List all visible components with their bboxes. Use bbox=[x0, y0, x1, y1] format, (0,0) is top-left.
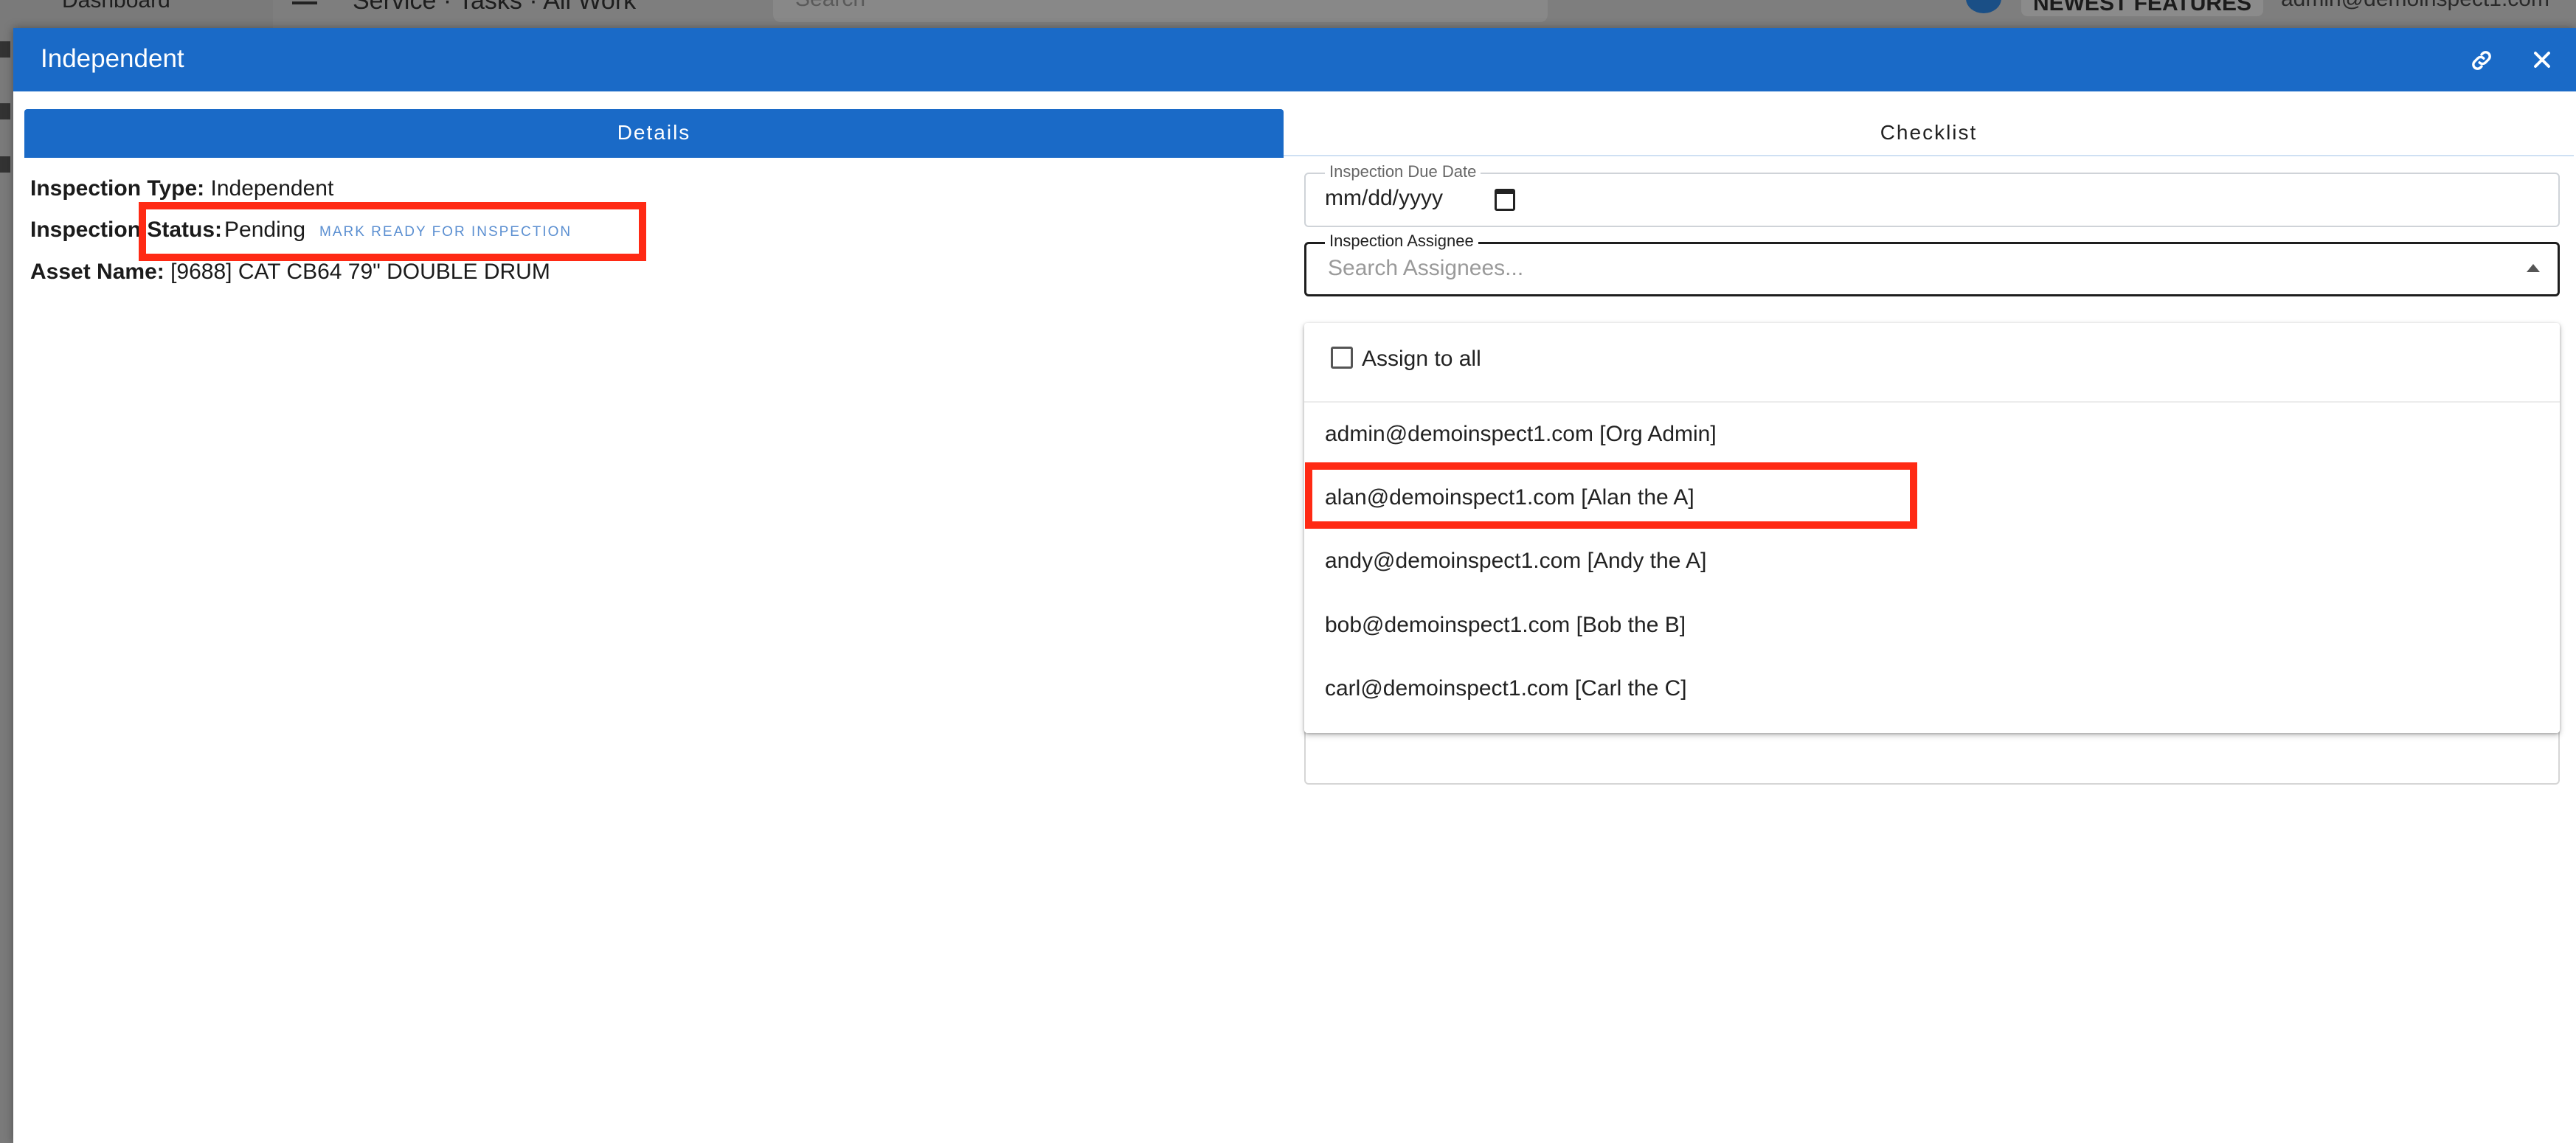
assignee-search-input[interactable] bbox=[1328, 254, 2464, 283]
sidebar-item-dashboard: Dashboard bbox=[62, 0, 170, 13]
background-sidebar-glyph bbox=[0, 103, 10, 119]
menu-icon bbox=[292, 0, 317, 4]
assign-to-all-label: Assign to all bbox=[1362, 347, 1481, 371]
background-user-label: admin@demoinspect1.com bbox=[2281, 0, 2549, 12]
inspection-type-label: Inspection Type: bbox=[30, 176, 205, 201]
background-sidebar-glyph bbox=[0, 156, 10, 173]
background-search-placeholder: Search bbox=[795, 0, 865, 12]
background-breadcrumb: Service · Tasks · All Work bbox=[353, 0, 637, 15]
avatar bbox=[1966, 0, 2001, 13]
dialog-header: Independent bbox=[13, 28, 2576, 91]
dashboard-icon bbox=[3, 0, 32, 12]
option-highlight-box bbox=[1305, 462, 1917, 529]
due-date-input[interactable]: mm/dd/yyyy bbox=[1325, 186, 1443, 211]
inspection-type-row: Inspection Type: Independent bbox=[30, 176, 333, 201]
list-item[interactable]: carl@demoinspect1.com [Carl the C] bbox=[1304, 657, 2560, 720]
asset-name-row: Asset Name: [9688] CAT CB64 79" DOUBLE D… bbox=[30, 260, 550, 285]
tab-indicator bbox=[24, 156, 1284, 158]
tab-details[interactable]: Details bbox=[24, 109, 1284, 156]
close-icon[interactable] bbox=[2529, 46, 2555, 73]
inspection-type-value: Independent bbox=[210, 176, 334, 201]
list-item[interactable]: andy@demoinspect1.com [Andy the A] bbox=[1304, 529, 2560, 593]
dialog-title: Independent bbox=[41, 44, 184, 73]
link-icon[interactable] bbox=[2469, 48, 2494, 73]
calendar-icon[interactable] bbox=[1495, 189, 1515, 211]
inspection-dialog: Independent Details Checklist Inspection… bbox=[13, 28, 2576, 1143]
assign-to-all-checkbox[interactable] bbox=[1331, 347, 1353, 369]
chevron-up-icon[interactable] bbox=[2527, 264, 2540, 272]
asset-name-label: Asset Name: bbox=[30, 260, 165, 284]
newest-features-button: NEWEST FEATURES bbox=[2021, 0, 2263, 16]
background-search-box bbox=[773, 0, 1548, 22]
assignee-label: Inspection Assignee bbox=[1325, 232, 1478, 251]
tab-checklist[interactable]: Checklist bbox=[1284, 109, 2574, 156]
due-date-label: Inspection Due Date bbox=[1325, 162, 1481, 181]
background-sidebar-glyph bbox=[0, 41, 10, 58]
list-item[interactable]: admin@demoinspect1.com [Org Admin] bbox=[1304, 403, 2560, 466]
list-item[interactable]: bob@demoinspect1.com [Bob the B] bbox=[1304, 594, 2560, 657]
assign-to-all-option[interactable]: Assign to all bbox=[1304, 323, 2560, 403]
status-highlight-box bbox=[139, 202, 646, 261]
due-date-field[interactable] bbox=[1304, 173, 2560, 227]
asset-name-value: [9688] CAT CB64 79" DOUBLE DRUM bbox=[170, 260, 550, 284]
